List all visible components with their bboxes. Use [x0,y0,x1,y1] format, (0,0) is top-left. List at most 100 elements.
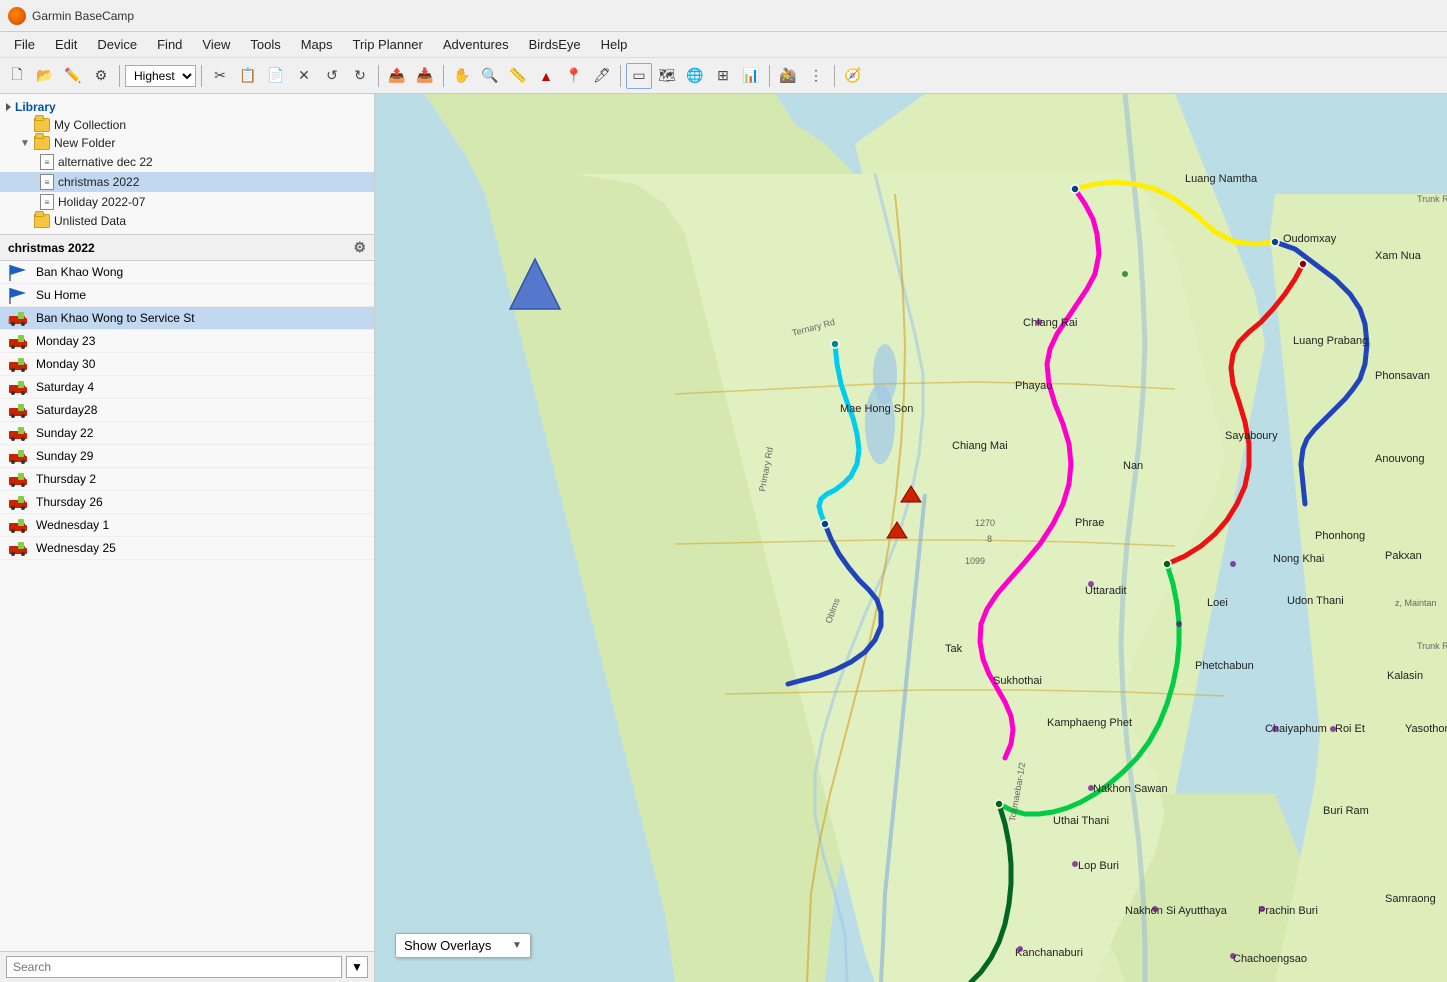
xmas-settings-icon[interactable]: ⚙ [353,239,366,256]
xmas-item-thursday26[interactable]: Thursday 26 [0,491,374,514]
svg-text:Nakhon Sawan: Nakhon Sawan [1093,783,1168,795]
toolbar-elevation[interactable]: 📊 [738,63,764,89]
xmas-item-monday23[interactable]: Monday 23 [0,330,374,353]
sep7 [834,65,835,87]
svg-text:Kamphaeng Phet: Kamphaeng Phet [1047,717,1132,729]
svg-text:z, Maintan: z, Maintan [1395,598,1437,608]
xmas-item-route-service-st[interactable]: Ban Khao Wong to Service St [0,307,374,330]
monday23-label: Monday 23 [36,334,95,348]
xmas-header: christmas 2022 ⚙ [0,235,374,261]
toolbar-redo[interactable]: ↻ [347,63,373,89]
alt-dec22-doc-icon: ≡ [40,154,54,170]
ban-khao-label: Ban Khao Wong [36,265,123,279]
menu-help[interactable]: Help [591,35,638,54]
svg-text:Nan: Nan [1123,460,1143,472]
menu-tools[interactable]: Tools [240,35,290,54]
toolbar-profile[interactable]: ⚙ [88,63,114,89]
map-area[interactable]: Luang Namtha Oudomxay Xam Nua Chiang Rai… [375,94,1447,982]
toolbar-edit-item[interactable]: ✏️ [60,63,86,89]
toolbar-track[interactable]: 🖊 [589,63,615,89]
toolbar-undo[interactable]: ↺ [319,63,345,89]
alt-dec22-label: alternative dec 22 [58,155,153,169]
svg-text:8: 8 [987,534,992,544]
menu-trip-planner[interactable]: Trip Planner [343,35,433,54]
toolbar-map1[interactable]: 🗺 [654,63,680,89]
svg-text:Kanchanaburi: Kanchanaburi [1015,947,1083,959]
overlays-select[interactable]: Show Overlays [404,938,506,953]
tree-item-my-collection[interactable]: My Collection [0,116,374,134]
tree-item-holiday2022[interactable]: ≡ Holiday 2022-07 [0,192,374,212]
toolbar-select[interactable]: ▭ [626,63,652,89]
thursday2-route-icon [8,471,30,487]
wednesday25-label: Wednesday 25 [36,541,116,555]
library-title: Library [15,100,56,114]
tree-item-alt-dec22[interactable]: ≡ alternative dec 22 [0,152,374,172]
toolbar-more[interactable]: ⋮ [803,63,829,89]
xmas-item-saturday4[interactable]: Saturday 4 [0,376,374,399]
tree-item-unlisted[interactable]: Unlisted Data [0,212,374,230]
toolbar-cut[interactable]: ✂ [207,63,233,89]
tree-item-new-folder[interactable]: ▼ New Folder [0,134,374,152]
wednesday25-route-icon [8,540,30,556]
xmas-item-wednesday1[interactable]: Wednesday 1 [0,514,374,537]
menu-find[interactable]: Find [147,35,192,54]
xmas-item-thursday2[interactable]: Thursday 2 [0,468,374,491]
svg-text:Nakhon Si Ayutthaya: Nakhon Si Ayutthaya [1125,905,1228,917]
route-service-st-icon [8,310,30,326]
xmas-item-ban-khao-wong[interactable]: Ban Khao Wong [0,261,374,284]
quality-select[interactable]: Highest [125,65,196,87]
xmas-item-su-home[interactable]: Su Home [0,284,374,307]
svg-text:1270: 1270 [975,518,995,528]
toolbar-receive[interactable]: 📥 [412,63,438,89]
xmas-item-wednesday25[interactable]: Wednesday 25 [0,537,374,560]
unlisted-label: Unlisted Data [54,214,126,228]
filter-button[interactable]: ▼ [346,956,368,978]
toolbar-send-device[interactable]: 📤 [384,63,410,89]
toolbar-measure[interactable]: 📏 [505,63,531,89]
show-overlays-dropdown[interactable]: Show Overlays ▼ [395,933,531,958]
toolbar-zoom[interactable]: 🔍 [477,63,503,89]
toolbar-new[interactable]: 🗋 [4,63,30,89]
menu-birdseye[interactable]: BirdsEye [519,35,591,54]
sep4 [443,65,444,87]
monday23-route-icon [8,333,30,349]
saturday28-route-icon [8,402,30,418]
thursday26-label: Thursday 26 [36,495,103,509]
toolbar-paste[interactable]: 📄 [263,63,289,89]
toolbar-pan[interactable]: ✋ [449,63,475,89]
menu-maps[interactable]: Maps [291,35,343,54]
sunday22-route-icon [8,425,30,441]
library-header[interactable]: Library [0,98,374,116]
sep1 [119,65,120,87]
xmas-item-saturday28[interactable]: Saturday28 [0,399,374,422]
toolbar-overview[interactable]: ⊞ [710,63,736,89]
search-bar: ▼ [0,951,374,982]
menu-adventures[interactable]: Adventures [433,35,519,54]
menu-file[interactable]: File [4,35,45,54]
toolbar-copy[interactable]: 📋 [235,63,261,89]
library-expand-icon [6,103,11,111]
toolbar-waypoint[interactable]: ▲ [533,63,559,89]
svg-text:Yasothon: Yasothon [1405,723,1447,735]
svg-text:Chachoengsao: Chachoengsao [1233,953,1307,965]
menubar: File Edit Device Find View Tools Maps Tr… [0,32,1447,58]
toolbar-directions[interactable]: 🧭 [840,63,866,89]
toolbar-delete[interactable]: ✕ [291,63,317,89]
search-input[interactable] [6,956,342,978]
toolbar-open[interactable]: 📂 [32,63,58,89]
menu-edit[interactable]: Edit [45,35,87,54]
left-panel: Library My Collection ▼ New Folder ≡ alt… [0,94,375,982]
toolbar-route[interactable]: 📍 [561,63,587,89]
svg-text:Phonsavan: Phonsavan [1375,370,1430,382]
xmas-item-sunday22[interactable]: Sunday 22 [0,422,374,445]
menu-device[interactable]: Device [87,35,147,54]
menu-view[interactable]: View [192,35,240,54]
svg-text:1099: 1099 [965,556,985,566]
svg-text:Chiang Mai: Chiang Mai [952,440,1008,452]
xmas-item-sunday29[interactable]: Sunday 29 [0,445,374,468]
toolbar-atv[interactable]: 🚵 [775,63,801,89]
xmas-item-monday30[interactable]: Monday 30 [0,353,374,376]
tree-item-christmas2022[interactable]: ≡ christmas 2022 [0,172,374,192]
svg-text:Phonhong: Phonhong [1315,530,1365,542]
toolbar-map2[interactable]: 🌐 [682,63,708,89]
